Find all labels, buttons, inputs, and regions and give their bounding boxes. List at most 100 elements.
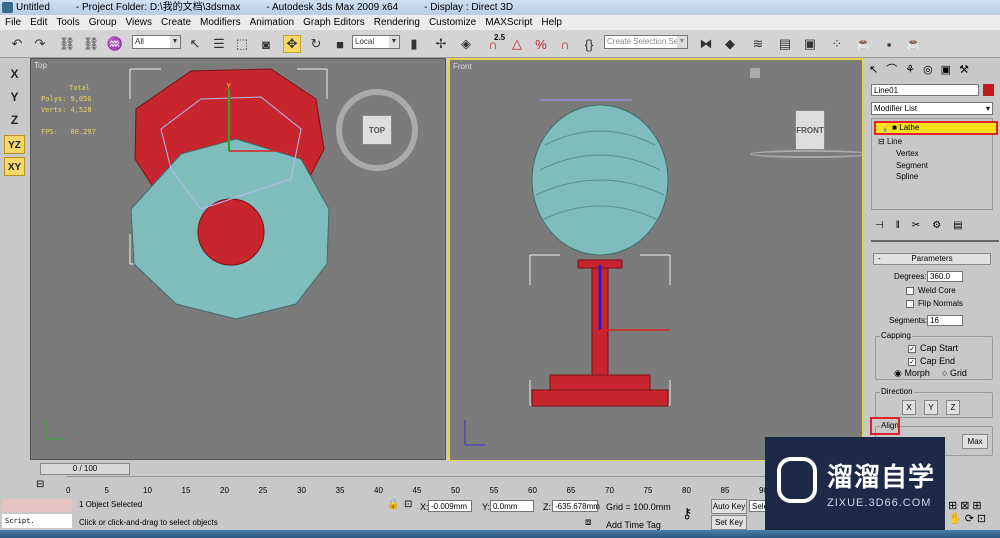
select-and-rotate-icon[interactable]: ↻ (307, 35, 325, 53)
command-panel-tabs[interactable]: ↖⌒⚘◎▣⚒ (869, 61, 999, 79)
edit-named-selection-icon[interactable]: {} (580, 35, 598, 53)
degrees-spinner[interactable]: 360.0 (927, 271, 963, 282)
x-coordinate-field[interactable]: -0.009mm (428, 500, 472, 512)
viewcube[interactable]: FRONT (795, 110, 825, 150)
front-viewport[interactable]: Front FRONT (448, 58, 864, 462)
axis-xy-button[interactable]: XY (4, 157, 25, 176)
stack-item-line[interactable]: ⊟ Line (878, 137, 902, 146)
object-color-swatch[interactable] (983, 84, 994, 96)
menu-file[interactable]: File (5, 17, 21, 28)
modifier-list-dropdown[interactable]: Modifier List ▾ (871, 102, 993, 115)
viewcube-ring[interactable] (750, 150, 862, 158)
timeline-tick-label: 5 (104, 486, 109, 495)
menu-modifiers[interactable]: Modifiers (200, 17, 241, 28)
command-panel: ↖⌒⚘◎▣⚒ Line01 Modifier List ▾ 💡 ■ Lathe ⊟… (865, 58, 1000, 460)
grid-radio[interactable]: ○ Grid (942, 368, 967, 378)
manipulate-icon[interactable]: ✢ (432, 35, 450, 53)
flip-normals-label: Flip Normals (918, 299, 963, 308)
app-icon[interactable] (2, 2, 13, 13)
layer-manager-icon[interactable]: ≋ (749, 35, 767, 53)
menu-customize[interactable]: Customize (429, 17, 476, 28)
menu-group[interactable]: Group (89, 17, 117, 28)
y-coordinate-field[interactable]: 0.0mm (490, 500, 534, 512)
absolute-mode-icon[interactable]: ⊡ (404, 499, 412, 510)
set-key-icon[interactable]: ⚷ (682, 505, 692, 522)
spinner-snap-icon[interactable]: ∩ (556, 35, 574, 53)
pivot-center-icon[interactable]: ▮ (405, 35, 423, 53)
mini-curve-editor-icon[interactable]: ⊟ (36, 479, 44, 490)
direction-x-button[interactable]: X (902, 400, 916, 415)
stack-item-lathe[interactable]: 💡 ■ Lathe (874, 121, 998, 135)
selection-lock-icon[interactable]: 🔒 (387, 499, 399, 510)
selection-filter-dropdown[interactable]: All ▼ (132, 35, 181, 49)
menu-edit[interactable]: Edit (30, 17, 47, 28)
menu-views[interactable]: Views (126, 17, 153, 28)
axis-yz-button[interactable]: YZ (4, 135, 25, 154)
z-coordinate-field[interactable]: -635.678mm (552, 500, 600, 512)
set-key-button[interactable]: Set Key (711, 515, 747, 530)
top-viewport[interactable]: Top Total Polys: 9,056 Verts: 4,528 FPS:… (30, 58, 446, 460)
redo-icon[interactable]: ↷ (31, 35, 49, 53)
stack-item-vertex[interactable]: Vertex (896, 149, 919, 158)
menu-maxscript[interactable]: MAXScript (485, 17, 532, 28)
viewcube[interactable]: TOP (362, 115, 392, 145)
bind-space-warp-icon[interactable]: ♒ (106, 35, 124, 53)
quick-render-icon[interactable]: ☕ (905, 35, 923, 53)
morph-radio[interactable]: ◉ Morph (894, 368, 930, 379)
keyboard-shortcut-icon[interactable]: ◈ (457, 35, 475, 53)
axis-y-button[interactable]: Y (4, 88, 25, 107)
segments-spinner[interactable]: 16 (927, 315, 963, 326)
material-editor-icon[interactable]: ⁘ (828, 35, 846, 53)
align-icon[interactable]: ◆ (721, 35, 739, 53)
viewport-navigation-controls[interactable]: ⊞⊠⊞ ✋⟳⊡ (948, 499, 989, 525)
weld-core-checkbox[interactable]: Weld Core (906, 286, 956, 295)
cap-end-checkbox[interactable]: ✓ Cap End (908, 356, 955, 366)
direction-z-button[interactable]: Z (946, 400, 960, 415)
stack-item-spline[interactable]: Spline (896, 172, 918, 181)
select-and-move-icon[interactable]: ✥ (283, 35, 301, 53)
rendered-frame-window-icon[interactable]: ▪ (880, 35, 898, 53)
mirror-icon[interactable]: ⧓ (697, 35, 715, 53)
time-tag-icon[interactable]: ⧈ (585, 517, 591, 528)
cap-start-checkbox[interactable]: ✓ Cap Start (908, 343, 958, 353)
select-object-icon[interactable]: ↖ (186, 35, 204, 53)
schematic-view-icon[interactable]: ▣ (801, 35, 819, 53)
time-slider-thumb[interactable]: 0 / 100 (40, 463, 130, 475)
select-by-name-icon[interactable]: ☰ (210, 35, 228, 53)
parameters-rollout-header[interactable]: - Parameters (873, 253, 991, 265)
svg-text:y: y (227, 82, 231, 89)
percent-snap-icon[interactable]: % (532, 35, 550, 53)
render-setup-icon[interactable]: ☕ (855, 35, 873, 53)
menu-rendering[interactable]: Rendering (374, 17, 420, 28)
direction-y-button[interactable]: Y (924, 400, 938, 415)
select-and-scale-icon[interactable]: ■ (331, 35, 349, 53)
reference-coordinate-dropdown[interactable]: Local ▼ (352, 35, 400, 49)
menu-animation[interactable]: Animation (250, 17, 294, 28)
select-link-icon[interactable]: ⛓ (58, 35, 76, 53)
menu-graph-editors[interactable]: Graph Editors (303, 17, 365, 28)
maxscript-mini-listener[interactable]: Script. (2, 514, 72, 528)
auto-key-button[interactable]: Auto Key (711, 499, 747, 514)
object-name-field[interactable]: Line01 (871, 84, 979, 96)
angle-snap-icon[interactable]: △ (508, 35, 526, 53)
maxscript-listener-output[interactable] (2, 499, 72, 512)
menu-tools[interactable]: Tools (56, 17, 79, 28)
menu-help[interactable]: Help (541, 17, 562, 28)
axis-x-button[interactable]: X (4, 65, 25, 84)
named-selection-set-input[interactable]: Create Selection Set ▼ (604, 35, 688, 49)
time-slider[interactable]: 0 / 100 (30, 461, 865, 476)
curve-editor-icon[interactable]: ▤ (776, 35, 794, 53)
menu-create[interactable]: Create (161, 17, 191, 28)
home-icon[interactable] (750, 68, 760, 78)
undo-icon[interactable]: ↶ (8, 35, 26, 53)
axis-z-button[interactable]: Z (4, 111, 25, 130)
add-time-tag[interactable]: Add Time Tag (606, 520, 661, 530)
window-crossing-icon[interactable]: ◙ (257, 35, 275, 53)
stack-tools[interactable]: ⊣‖✂⚙▤ (875, 220, 975, 231)
flip-normals-checkbox[interactable]: Flip Normals (906, 299, 963, 308)
rectangular-selection-icon[interactable]: ⬚ (233, 35, 251, 53)
unlink-icon[interactable]: ⛓ (82, 35, 100, 53)
watermark-play-icon (777, 457, 817, 503)
align-max-button[interactable]: Max (962, 434, 988, 449)
stack-item-segment[interactable]: Segment (896, 161, 928, 170)
